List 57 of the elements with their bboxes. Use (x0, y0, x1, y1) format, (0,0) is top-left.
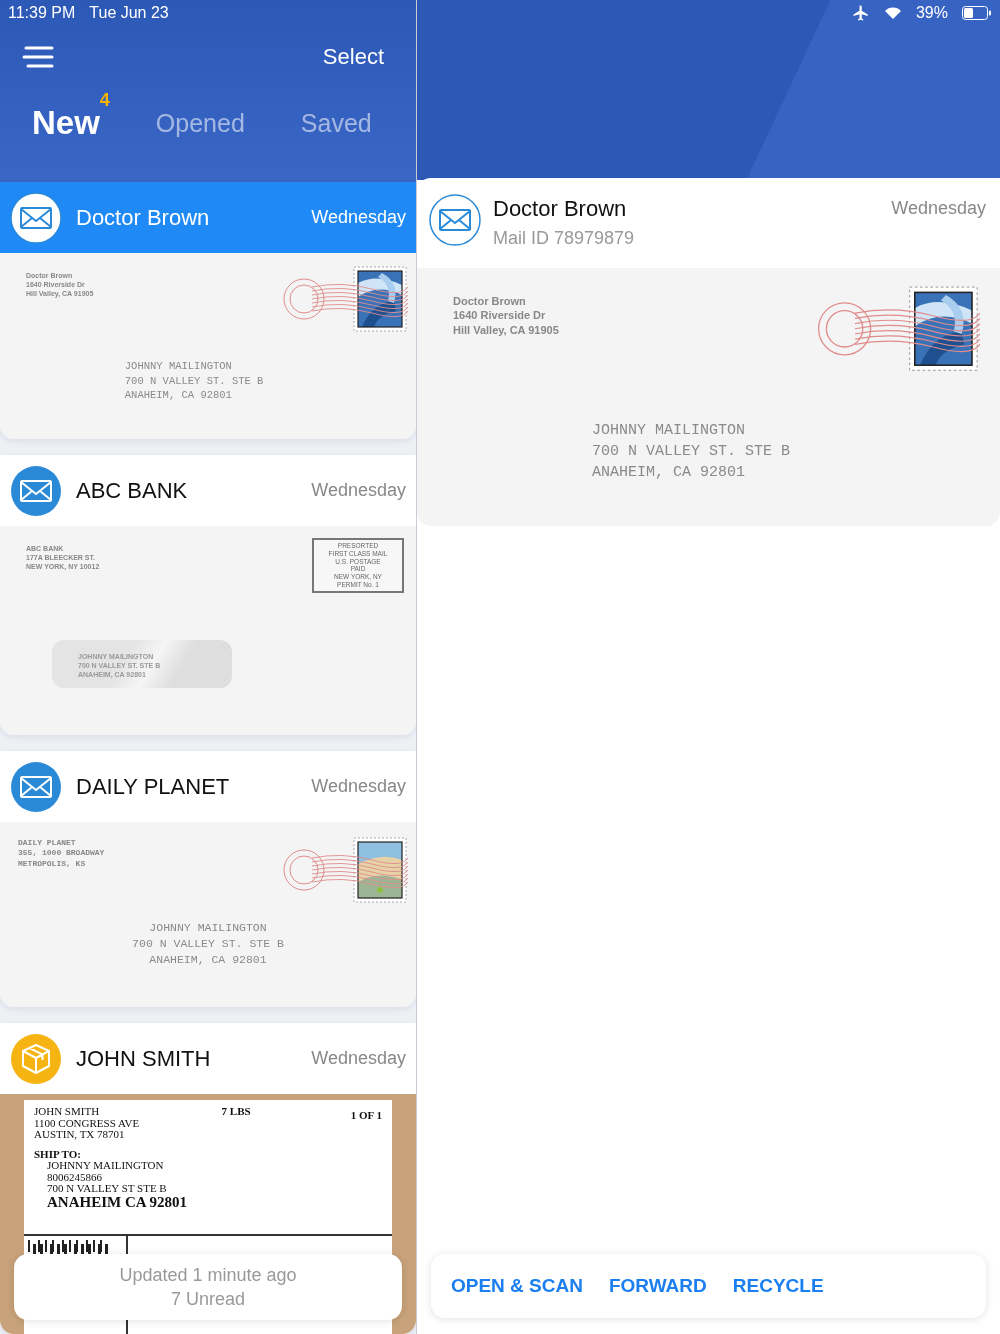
mail-id: Mail ID 78979879 (493, 228, 636, 249)
return-address-line: Hill Valley, CA 91905 (453, 322, 559, 337)
recipient-address: JOHNNY MAILINGTON 700 N VALLEY ST. STE B ANAHEIM, CA 92801 (591, 421, 790, 484)
tab[interactable]: Saved (300, 108, 372, 138)
return-address-line: DAILY PLANET (18, 838, 76, 849)
menu-icon[interactable] (22, 45, 54, 69)
mail-card-header[interactable]: ABC BANK Wednesday (0, 455, 416, 526)
updated-text: Updated 1 minute ago (119, 1263, 297, 1287)
mail-card-header[interactable]: JOHN SMITH Wednesday (0, 1023, 416, 1094)
recipient-city: ANAHEIM CA 92801 (46, 1194, 188, 1211)
envelope-icon (429, 194, 481, 246)
action-button[interactable]: OPEN & SCAN (451, 1275, 583, 1297)
wifi-icon (883, 6, 902, 20)
sender-name: Doctor Brown (76, 204, 211, 231)
recipient-address: JOHNNY MAILINGTON 700 N VALLEY ST. STE B ANAHEIM, CA 92801 (131, 920, 285, 969)
sender-name: DAILY PLANET (76, 773, 231, 800)
ship-to-heading: SHIP TO: (34, 1148, 82, 1161)
envelope-icon (10, 760, 62, 813)
return-address-line: METROPOLIS, KS (18, 858, 86, 870)
status-date: Tue Jun 23 (89, 4, 169, 22)
action-button[interactable]: FORWARD (608, 1275, 707, 1297)
package-weight: 7 LBS (221, 1106, 251, 1119)
envelope-icon (10, 464, 62, 517)
mail-date: Wednesday (311, 207, 406, 228)
envelope-icon (10, 191, 62, 244)
package-icon (10, 1032, 62, 1085)
status-time: 11:39 PM (8, 4, 76, 22)
mail-date: Wednesday (311, 1048, 406, 1069)
battery-percentage: 39% (915, 4, 948, 22)
airplane-icon (851, 4, 870, 22)
tab[interactable]: New (32, 104, 100, 142)
unread-count: 7 Unread (170, 1288, 246, 1311)
recipient-address-line: 700 N VALLEY ST STE B (46, 1183, 168, 1195)
detail-date: Wednesday (891, 197, 986, 219)
new-count-label: 4 (99, 90, 110, 111)
mail-date: Wednesday (311, 480, 406, 501)
sender-address-line: JOHN SMITH (34, 1106, 101, 1118)
detail-sender: Doctor Brown (493, 196, 628, 222)
recipient-address: JOHNNY MAILINGTON 700 N VALLEY ST. STE B ANAHEIM, CA 92801 (124, 359, 264, 404)
return-address-line: Doctor Brown (453, 294, 526, 309)
sender-address-line: 1100 CONGRESS AVE (34, 1117, 141, 1130)
sender-address-line: AUSTIN, TX 78701 (34, 1129, 126, 1141)
sender-name: JOHN SMITH (76, 1045, 212, 1072)
select-button[interactable]: Select (322, 44, 394, 70)
mail-card-header[interactable]: Doctor Brown Wednesday (0, 182, 416, 253)
recipient-address-line: JOHNNY MAILINGTON (46, 1160, 165, 1172)
mail-card[interactable]: DAILY PLANET Wednesday DAILY PLANET 355, 1000 BROADWAY METROPOLIS, KS JOHNNY MAILINGTON 700 N VALLEY ST. STE B ANAHEIM, CA 92801 (0, 751, 416, 1007)
mail-date: Wednesday (311, 776, 406, 797)
tab[interactable]: Opened (155, 108, 245, 138)
return-address-line: 1640 Riverside Dr (453, 308, 546, 323)
sender-name: ABC BANK (76, 477, 189, 504)
recipient-address-line: 8006245866 (46, 1171, 103, 1184)
mail-card-header[interactable]: DAILY PLANET Wednesday (0, 751, 416, 822)
action-button[interactable]: RECYCLE (732, 1275, 824, 1297)
return-address-line: 355, 1000 BROADWAY (18, 848, 105, 859)
package-count: 1 OF 1 (350, 1110, 382, 1123)
battery-icon (962, 6, 992, 20)
